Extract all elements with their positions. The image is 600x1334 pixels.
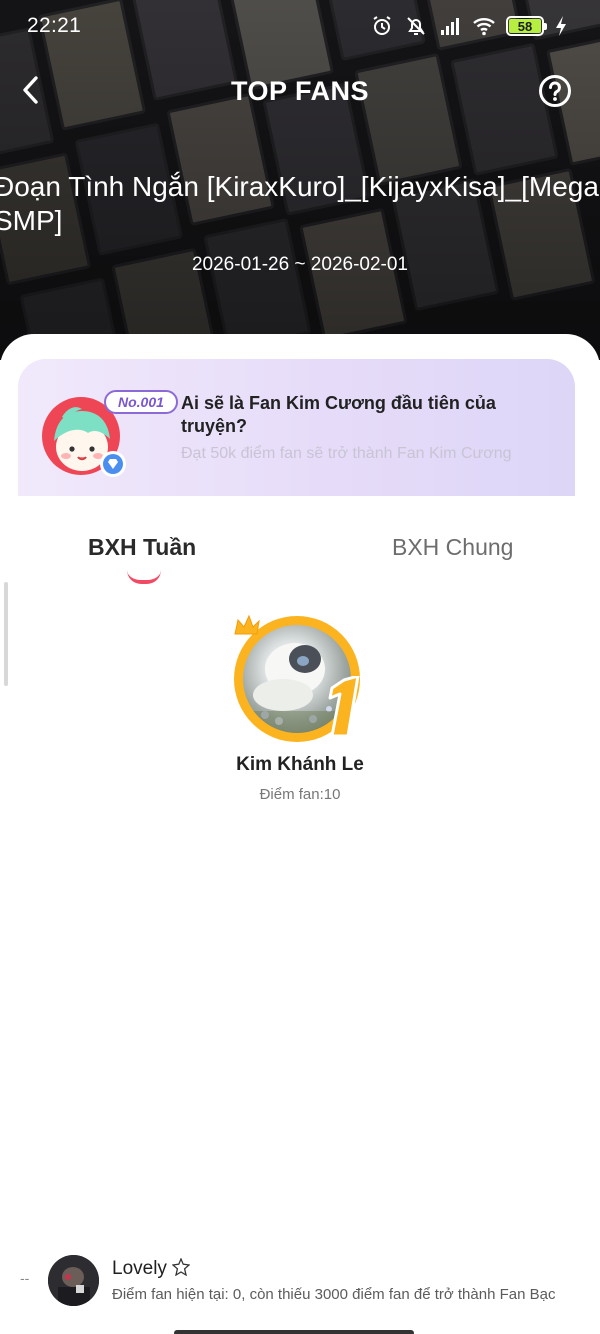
tab-weekly[interactable]: BXH Tuần (88, 534, 196, 574)
rank-number-badge (328, 676, 360, 738)
date-range: 2026-01-26 ~ 2026-02-01 (191, 254, 409, 275)
battery-level: 58 (509, 19, 541, 34)
diamond-badge (100, 451, 126, 477)
diamond-icon (108, 459, 118, 469)
my-name: Lovely (112, 1257, 191, 1280)
top-fan-card[interactable]: Kim Khánh Le Điểm fan:10 (0, 612, 600, 812)
leaderboard-tabs: BXH Tuần BXH Chung (0, 534, 600, 590)
my-rank-position: -- (20, 1270, 30, 1286)
diamond-fan-banner[interactable]: No.001 Ai sẽ là Fan Kim Cương đầu tiên c… (18, 359, 575, 496)
banner-title: Ai sẽ là Fan Kim Cương đầu tiên của truy… (181, 393, 496, 436)
top-fan-avatar-frame (234, 612, 362, 742)
charging-icon (556, 16, 566, 36)
status-icons: 58 (370, 14, 568, 38)
my-rank-row[interactable]: -- Lovely Điểm fan hiện tại: 0, còn thiế… (0, 1250, 600, 1312)
rank-tag: No.001 (104, 390, 178, 414)
page-title: TOP FANS (230, 76, 370, 106)
status-bar: 22:21 58 (0, 0, 600, 52)
top-fan-score: Điểm fan:10 (259, 786, 341, 803)
navigation-bar: TOP FANS (0, 66, 600, 116)
bell-off-icon (407, 17, 425, 35)
tab-overall[interactable]: BXH Chung (392, 534, 513, 574)
hero-header: 22:21 58 TOP FANS Đoạn Tình Ngắn [KiraxK… (0, 0, 600, 360)
crown-icon (234, 614, 260, 635)
alarm-icon (373, 16, 391, 35)
question-circle-icon[interactable] (538, 74, 572, 108)
banner-subtitle: Đạt 50k điểm fan sẽ trở thành Fan Kim Cư… (181, 445, 512, 462)
signal-icon (441, 18, 459, 35)
battery-icon: 58 (506, 16, 547, 36)
star-outline-icon (171, 1257, 191, 1277)
top-fan-name: Kim Khánh Le (236, 754, 364, 775)
wifi-icon (473, 18, 495, 36)
active-tab-indicator (127, 570, 161, 584)
avatar (48, 1255, 99, 1306)
home-indicator (174, 1330, 414, 1334)
status-time: 22:21 (27, 14, 82, 37)
content-sheet: No.001 Ai sẽ là Fan Kim Cương đầu tiên c… (0, 334, 600, 1334)
story-title: Đoạn Tình Ngắn [KiraxKuro]_[KijayxKisa]_… (0, 171, 599, 236)
my-fan-status: Điểm fan hiện tại: 0, còn thiếu 3000 điể… (112, 1286, 556, 1303)
